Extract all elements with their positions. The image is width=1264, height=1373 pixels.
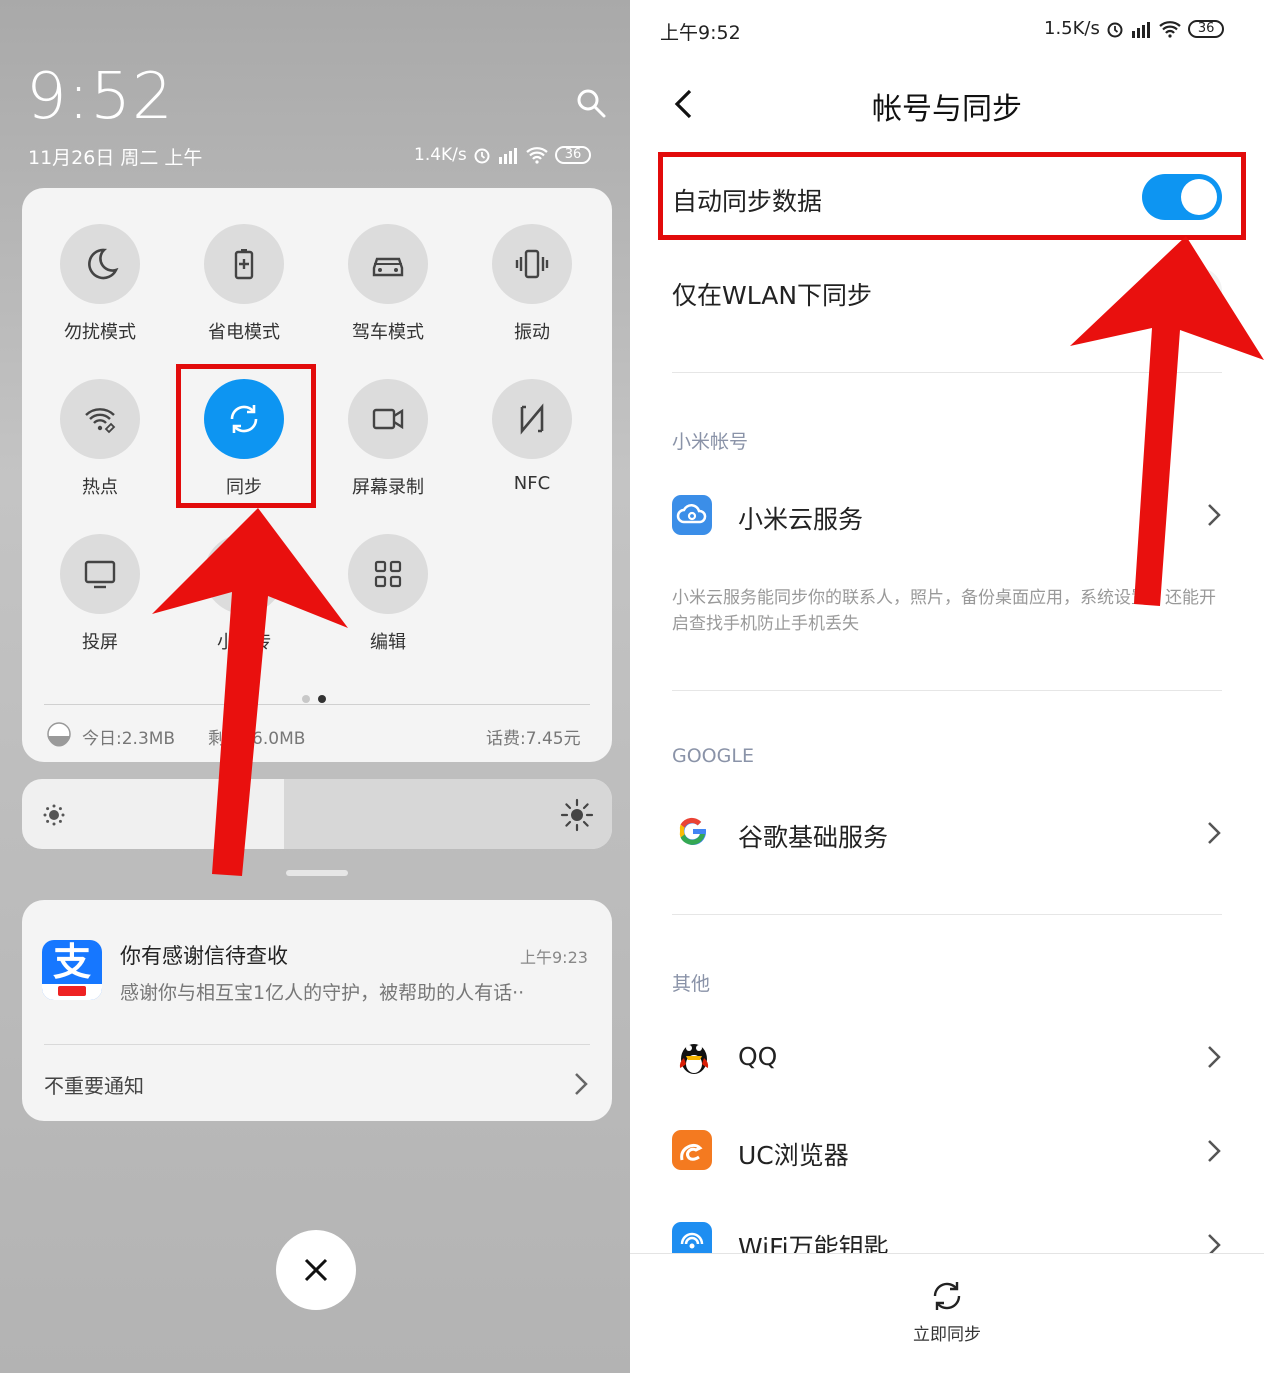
- account-sync-screen: 上午9:52 1.5K/s 36 帐号与同步 自动同步数据 仅在WLAN下同步 …: [630, 0, 1264, 1373]
- annotation-arrow: [152, 508, 348, 876]
- notification-shade: 9:52 11月26日 周二 上午 1.4K/s 36 勿扰模式 省电模式 驾车模式…: [0, 0, 630, 1373]
- annotation-arrow: [1070, 236, 1264, 606]
